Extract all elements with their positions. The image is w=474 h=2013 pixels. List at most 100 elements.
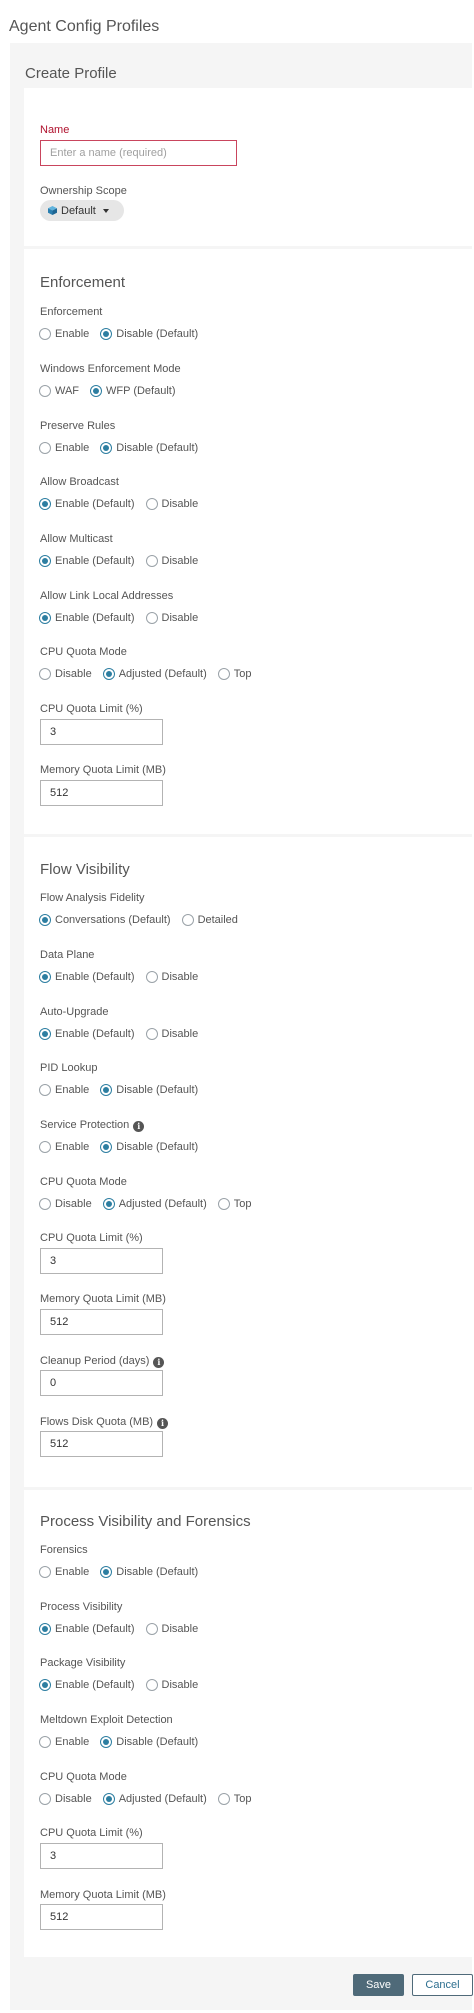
radio-option[interactable]: Disable xyxy=(39,1198,92,1210)
radio-option[interactable]: Enable (Default) xyxy=(39,1028,135,1040)
radio-unchecked-icon[interactable] xyxy=(39,1566,51,1578)
radio-checked-icon[interactable] xyxy=(39,971,51,983)
radio-unchecked-icon[interactable] xyxy=(39,1198,51,1210)
radio-option[interactable]: Conversations (Default) xyxy=(39,914,171,926)
radio-unchecked-icon[interactable] xyxy=(181,914,194,926)
radio-option[interactable]: Disable (Default) xyxy=(100,1736,198,1748)
radio-option-label: Disable (Default) xyxy=(116,1141,199,1153)
radio-option[interactable]: Enable (Default) xyxy=(39,555,135,567)
radio-option[interactable]: Disable (Default) xyxy=(100,442,198,454)
radio-checked-icon[interactable] xyxy=(39,914,51,926)
cancel-button[interactable]: Cancel xyxy=(412,1974,473,1996)
memory-quota-limit-input[interactable]: 512 xyxy=(40,780,163,806)
radio-unchecked-icon[interactable] xyxy=(39,1793,51,1805)
radio-unchecked-icon[interactable] xyxy=(39,442,51,454)
radio-option[interactable]: WFP (Default) xyxy=(90,385,176,397)
radio-option[interactable]: Enable (Default) xyxy=(39,612,135,624)
radio-checked-icon[interactable] xyxy=(100,1736,113,1748)
radio-option[interactable]: Enable xyxy=(39,442,89,454)
radio-option[interactable]: Enable (Default) xyxy=(39,1679,135,1691)
radio-option[interactable]: Detailed xyxy=(181,914,238,926)
radio-option[interactable]: Adjusted (Default) xyxy=(102,1198,207,1210)
radio-option[interactable]: Disable xyxy=(145,555,198,567)
radio-unchecked-icon[interactable] xyxy=(145,555,158,567)
radio-option[interactable]: Disable (Default) xyxy=(100,328,198,340)
radio-checked-icon[interactable] xyxy=(102,1198,115,1210)
radio-option-label: Adjusted (Default) xyxy=(118,668,207,680)
radio-option[interactable]: Enable (Default) xyxy=(39,1623,135,1635)
radio-option[interactable]: Disable xyxy=(39,668,92,680)
radio-unchecked-icon[interactable] xyxy=(217,1198,230,1210)
name-input[interactable] xyxy=(40,140,237,166)
radio-unchecked-icon[interactable] xyxy=(217,668,230,680)
radio-checked-icon[interactable] xyxy=(102,1793,115,1805)
radio-option-label: Enable (Default) xyxy=(55,1623,135,1635)
flow-memory-quota-limit-input[interactable]: 512 xyxy=(40,1309,163,1335)
radio-option[interactable]: Disable xyxy=(145,498,198,510)
radio-unchecked-icon[interactable] xyxy=(39,668,51,680)
radio-option[interactable]: Disable xyxy=(145,1623,198,1635)
radio-unchecked-icon[interactable] xyxy=(39,385,51,397)
radio-option[interactable]: Disable xyxy=(145,612,198,624)
radio-checked-icon[interactable] xyxy=(39,498,51,510)
radio-option[interactable]: WAF xyxy=(39,385,79,397)
radio-option[interactable]: Disable xyxy=(145,1028,198,1040)
radio-option-label: Disable (Default) xyxy=(116,328,199,340)
radio-option[interactable]: Disable xyxy=(145,971,198,983)
flows-disk-quota-input[interactable]: 512 xyxy=(40,1431,163,1457)
radio-option[interactable]: Disable (Default) xyxy=(100,1566,198,1578)
radio-checked-icon[interactable] xyxy=(102,668,115,680)
info-icon[interactable]: i xyxy=(133,1121,145,1132)
radio-option[interactable]: Top xyxy=(217,1793,251,1805)
process-cpu-quota-limit-input[interactable]: 3 xyxy=(40,1843,163,1869)
radio-checked-icon[interactable] xyxy=(100,1566,113,1578)
flow-cpu-quota-limit-input[interactable]: 3 xyxy=(40,1248,163,1274)
info-icon[interactable]: i xyxy=(157,1418,169,1429)
radio-unchecked-icon[interactable] xyxy=(145,612,158,624)
radio-unchecked-icon[interactable] xyxy=(145,1679,158,1691)
radio-checked-icon[interactable] xyxy=(100,1084,113,1096)
radio-option[interactable]: Disable xyxy=(39,1793,92,1805)
radio-checked-icon[interactable] xyxy=(100,1141,113,1153)
radio-checked-icon[interactable] xyxy=(39,1028,51,1040)
radio-unchecked-icon[interactable] xyxy=(217,1793,230,1805)
ownership-scope-dropdown[interactable]: Default xyxy=(40,200,124,221)
radio-unchecked-icon[interactable] xyxy=(145,971,158,983)
radio-option-label: WAF xyxy=(55,385,80,397)
radio-unchecked-icon[interactable] xyxy=(39,1141,51,1153)
radio-option[interactable]: Top xyxy=(217,1198,251,1210)
radio-unchecked-icon[interactable] xyxy=(39,1736,51,1748)
radio-option[interactable]: Disable xyxy=(145,1679,198,1691)
radio-option[interactable]: Enable xyxy=(39,1566,89,1578)
radio-option[interactable]: Enable (Default) xyxy=(39,971,135,983)
radio-option-label: Disable xyxy=(55,668,92,680)
radio-option[interactable]: Enable xyxy=(39,1084,89,1096)
radio-unchecked-icon[interactable] xyxy=(39,1084,51,1096)
radio-option[interactable]: Disable (Default) xyxy=(100,1141,198,1153)
radio-checked-icon[interactable] xyxy=(39,1623,51,1635)
radio-option[interactable]: Enable xyxy=(39,328,89,340)
radio-option[interactable]: Enable xyxy=(39,1736,89,1748)
radio-checked-icon[interactable] xyxy=(39,612,51,624)
radio-checked-icon[interactable] xyxy=(90,385,103,397)
radio-checked-icon[interactable] xyxy=(39,555,51,567)
save-button[interactable]: Save xyxy=(353,1974,404,1996)
radio-unchecked-icon[interactable] xyxy=(145,1028,158,1040)
chevron-down-icon xyxy=(102,208,109,213)
radio-option[interactable]: Disable (Default) xyxy=(100,1084,198,1096)
process-memory-quota-limit-input[interactable]: 512 xyxy=(40,1904,163,1930)
radio-option[interactable]: Enable (Default) xyxy=(39,498,135,510)
radio-checked-icon[interactable] xyxy=(100,442,113,454)
radio-option[interactable]: Adjusted (Default) xyxy=(102,668,207,680)
info-icon[interactable]: i xyxy=(153,1357,165,1368)
radio-unchecked-icon[interactable] xyxy=(39,328,51,340)
cleanup-period-input[interactable]: 0 xyxy=(40,1370,163,1396)
radio-option[interactable]: Adjusted (Default) xyxy=(102,1793,207,1805)
radio-unchecked-icon[interactable] xyxy=(145,1623,158,1635)
radio-checked-icon[interactable] xyxy=(39,1679,51,1691)
radio-option[interactable]: Enable xyxy=(39,1141,89,1153)
cpu-quota-limit-input[interactable]: 3 xyxy=(40,719,163,745)
radio-option[interactable]: Top xyxy=(217,668,251,680)
radio-checked-icon[interactable] xyxy=(100,328,113,340)
radio-unchecked-icon[interactable] xyxy=(145,498,158,510)
